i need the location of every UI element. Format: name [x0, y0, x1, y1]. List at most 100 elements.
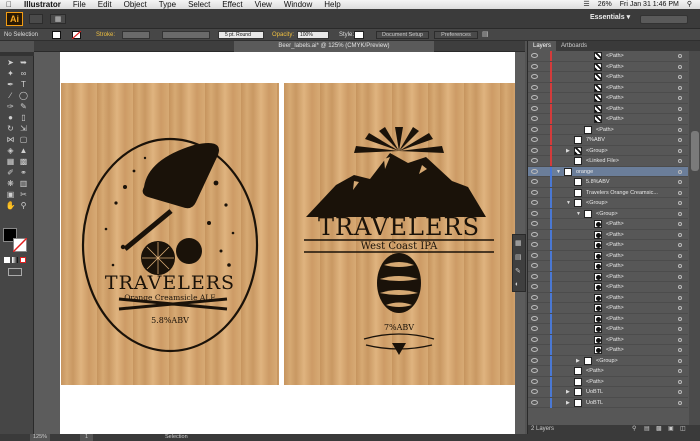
layer-row[interactable]: <Path> — [528, 114, 688, 125]
menu-help[interactable]: Help — [318, 0, 346, 9]
hand-tool-icon[interactable]: ✋ — [5, 201, 16, 211]
target-circle-icon[interactable] — [678, 243, 682, 247]
layer-row[interactable]: <Path> — [528, 303, 688, 314]
scale-tool-icon[interactable]: ⇲ — [18, 124, 29, 134]
menu-edit[interactable]: Edit — [92, 0, 118, 9]
visibility-eye-icon[interactable] — [531, 263, 538, 268]
expand-triangle-icon[interactable]: ▶ — [566, 398, 570, 408]
layer-row[interactable]: <Path> — [528, 72, 688, 83]
column-graph-tool-icon[interactable]: ▥ — [18, 179, 29, 189]
visibility-eye-icon[interactable] — [531, 294, 538, 300]
visibility-eye-icon[interactable] — [531, 95, 538, 100]
target-circle-icon[interactable] — [678, 106, 682, 111]
visibility-eye-icon[interactable] — [531, 399, 538, 405]
lasso-tool-icon[interactable]: ∞ — [18, 69, 29, 79]
layer-row[interactable]: <Path> — [528, 324, 688, 335]
pen-tool-icon[interactable]: ✒ — [5, 80, 16, 90]
color-button[interactable] — [4, 257, 10, 263]
slice-tool-icon[interactable]: ✂ — [18, 190, 29, 200]
blend-tool-icon[interactable]: ⚭ — [18, 168, 29, 178]
none-button[interactable] — [20, 257, 26, 263]
target-circle-icon[interactable] — [678, 85, 682, 90]
target-circle-icon[interactable] — [678, 379, 682, 384]
visibility-eye-icon[interactable] — [531, 284, 538, 289]
visibility-eye-icon[interactable] — [531, 179, 538, 184]
target-circle-icon[interactable] — [678, 75, 682, 79]
target-circle-icon[interactable] — [678, 159, 682, 163]
layer-row[interactable]: 7%ABV — [528, 135, 688, 146]
visibility-eye-icon[interactable] — [531, 273, 538, 279]
selection-tool-icon[interactable]: ➤ — [5, 58, 16, 68]
target-circle-icon[interactable] — [678, 211, 682, 216]
direct-selection-tool-icon[interactable]: ➥ — [18, 58, 29, 68]
layer-row[interactable]: <Path> — [528, 250, 688, 261]
shape-builder-tool-icon[interactable]: ◈ — [5, 146, 16, 156]
layer-row[interactable]: <Path> — [528, 51, 688, 62]
layer-row[interactable]: <Path> — [528, 366, 688, 377]
stroke-color-swatch[interactable] — [13, 238, 27, 252]
stroke-label[interactable]: Stroke: — [96, 29, 115, 41]
swatches-icon[interactable]: ▤ — [515, 253, 524, 262]
layer-row[interactable]: <Path> — [528, 124, 688, 135]
target-circle-icon[interactable] — [678, 232, 682, 237]
symbol-sprayer-tool-icon[interactable]: ❋ — [5, 179, 16, 189]
layers-scrollbar[interactable] — [689, 51, 700, 425]
perspective-grid-tool-icon[interactable]: ▲ — [18, 146, 29, 156]
tab-artboards[interactable]: Artboards — [556, 41, 592, 51]
visibility-eye-icon[interactable] — [531, 158, 538, 163]
app-menu[interactable]: Illustrator — [18, 0, 67, 9]
layer-row[interactable]: <Path> — [528, 240, 688, 251]
visibility-eye-icon[interactable] — [531, 231, 538, 237]
target-circle-icon[interactable] — [678, 306, 682, 310]
new-layer-icon[interactable]: ▣ — [668, 425, 674, 434]
target-circle-icon[interactable] — [678, 64, 682, 69]
target-circle-icon[interactable] — [678, 348, 682, 352]
pencil-tool-icon[interactable]: ✎ — [18, 102, 29, 112]
free-transform-tool-icon[interactable]: ▢ — [18, 135, 29, 145]
graphic-style-swatch[interactable] — [354, 31, 364, 39]
expand-triangle-icon[interactable]: ▼ — [556, 167, 561, 177]
bridge-button[interactable] — [29, 14, 43, 24]
visibility-eye-icon[interactable] — [531, 378, 538, 384]
type-tool-icon[interactable]: T — [18, 80, 29, 90]
blob-brush-tool-icon[interactable]: ● — [5, 113, 16, 123]
tab-layers[interactable]: Layers — [528, 41, 557, 51]
opacity-label[interactable]: Opacity: — [272, 29, 294, 41]
target-circle-icon[interactable] — [678, 96, 682, 100]
screen-mode-icon[interactable] — [8, 268, 22, 276]
wifi-icon[interactable]: ☰ — [583, 0, 589, 9]
eyedropper-tool-icon[interactable]: ✐ — [5, 168, 16, 178]
stroke-weight-field[interactable] — [122, 31, 150, 39]
visibility-eye-icon[interactable] — [531, 116, 538, 121]
target-circle-icon[interactable] — [678, 138, 682, 142]
target-circle-icon[interactable] — [678, 117, 682, 121]
align-icon[interactable]: ▤ — [482, 31, 490, 39]
fill-swatch[interactable] — [52, 31, 61, 39]
target-circle-icon[interactable] — [678, 222, 682, 226]
target-circle-icon[interactable] — [678, 264, 682, 268]
layer-row[interactable]: <Path> — [528, 345, 688, 356]
orange-creamsicle-label[interactable]: TRAVELERS Orange Creamsicle ALE 5.8%ABV — [61, 83, 279, 385]
layer-row[interactable]: ▼ <Group> — [528, 208, 688, 219]
layers-scroll-thumb[interactable] — [691, 131, 699, 171]
target-circle-icon[interactable] — [678, 327, 682, 331]
visibility-eye-icon[interactable] — [531, 74, 538, 79]
gradient-tool-icon[interactable]: ▩ — [18, 157, 29, 167]
rotate-tool-icon[interactable]: ↻ — [5, 124, 16, 134]
transparency-icon[interactable]: ◐ — [515, 280, 524, 289]
target-circle-icon[interactable] — [678, 54, 682, 58]
menu-window[interactable]: Window — [278, 0, 318, 9]
visibility-eye-icon[interactable] — [531, 305, 538, 310]
visibility-eye-icon[interactable] — [531, 200, 538, 205]
visibility-eye-icon[interactable] — [531, 336, 538, 342]
visibility-eye-icon[interactable] — [531, 53, 538, 58]
clock[interactable]: Fri Jan 31 1:46 PM — [620, 0, 679, 9]
artboard-navigation[interactable]: 1 — [80, 434, 94, 441]
menu-select[interactable]: Select — [182, 0, 216, 9]
target-circle-icon[interactable] — [678, 127, 682, 132]
layer-row[interactable]: <Path> — [528, 103, 688, 114]
zoom-level[interactable]: 125% — [30, 434, 51, 441]
visibility-eye-icon[interactable] — [531, 242, 538, 247]
visibility-eye-icon[interactable] — [531, 210, 538, 216]
brushes-icon[interactable]: ✎ — [515, 267, 524, 276]
